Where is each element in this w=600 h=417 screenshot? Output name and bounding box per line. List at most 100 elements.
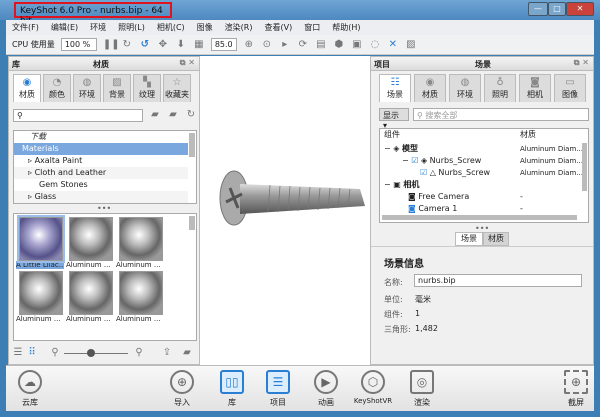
parts-value: 1 (415, 309, 421, 318)
camera-render-icon: ◎ (410, 370, 434, 394)
maximize-button[interactable]: □ (548, 2, 566, 16)
tab-scene[interactable]: ☷ 场景 (379, 74, 411, 102)
tree-row[interactable]: ◙ Free Camera - (380, 191, 588, 203)
tree-item[interactable]: ▹ Glass (14, 191, 188, 203)
thumbnail-size-slider[interactable] (64, 353, 128, 354)
material-thumb[interactable]: Aluminum ... (116, 271, 166, 323)
tree-item[interactable]: ▹ Axalta Paint (14, 155, 196, 167)
scrollbar[interactable] (189, 216, 195, 230)
material-thumb[interactable]: Aluminum ... (66, 271, 116, 323)
folder-icon[interactable]: ▰ (181, 347, 193, 359)
slider-handle[interactable] (87, 349, 95, 357)
show-dropdown[interactable]: 显示 ▾ (379, 108, 409, 130)
shield-icon[interactable]: ⬢ (333, 39, 345, 51)
library-title: 库 (12, 60, 20, 69)
cloud-upload-icon[interactable]: ⇪ (161, 347, 173, 359)
menu-lighting[interactable]: 照明(L) (112, 20, 151, 35)
menu-camera[interactable]: 相机(C) (151, 20, 191, 35)
menu-window[interactable]: 窗口 (298, 20, 326, 35)
checkbox[interactable]: ☑ (411, 156, 418, 165)
animation-button[interactable]: ▶ 动画 (310, 370, 342, 408)
tab-image[interactable]: ▭ 图像 (554, 74, 586, 102)
horizontal-scrollbar[interactable] (382, 215, 577, 220)
camera-add-icon[interactable]: ⊕ (243, 39, 255, 51)
tree-row[interactable]: − ☑ ◈ Nurbs_Screw Aluminum Diam... (380, 155, 588, 167)
minimize-button[interactable]: — (528, 2, 548, 16)
tab-material[interactable]: ◉ 材质 (414, 74, 446, 102)
fov-icon[interactable]: ▦ (193, 39, 205, 51)
keyshotvr-button[interactable]: ⬡ KeyShotVR (350, 370, 396, 405)
tab-materials[interactable]: ◉ 材质 (13, 74, 41, 102)
tree-row[interactable]: − ▣ 相机 (380, 179, 588, 191)
refresh-icon[interactable]: ↻ (185, 109, 197, 121)
tab-textures[interactable]: ▚ 纹理 (133, 74, 161, 102)
material-thumb[interactable]: Aluminum ... (116, 217, 166, 269)
palette-icon: ◔ (52, 77, 62, 88)
region-icon[interactable]: ▣ (351, 39, 363, 51)
import-button[interactable]: ⊕ 导入 (166, 370, 198, 408)
grid-view-icon[interactable]: ⠿ (26, 347, 38, 359)
screenshot-button[interactable]: ⊕ 截屏 (560, 370, 592, 408)
project-section-title: 场景 (475, 60, 491, 69)
menu-environment[interactable]: 环境 (84, 20, 112, 35)
menu-render[interactable]: 渲染(R) (219, 20, 259, 35)
image-icon[interactable]: ▨ (405, 39, 417, 51)
list-view-icon[interactable]: ☰ (12, 347, 24, 359)
tree-row[interactable]: ◙ Camera 1- (380, 203, 588, 215)
render-button[interactable]: ◎ 渲染 (406, 370, 438, 408)
image-icon: ▭ (565, 77, 575, 88)
library-button[interactable]: ▯▯ 库 (216, 370, 248, 408)
splitter-handle[interactable]: ••• (97, 204, 111, 213)
material-thumb[interactable]: A Little Lilac... (16, 215, 66, 269)
scene-name-input[interactable]: nurbs.bip (414, 274, 582, 287)
subtab-scene[interactable]: 场景 (455, 232, 483, 246)
tree-row[interactable]: − ◈ 模型 Aluminum Diam... (380, 143, 588, 155)
project-button[interactable]: ☰ 项目 (262, 370, 294, 408)
reset-icon[interactable]: ↺ (139, 39, 151, 51)
library-search-input[interactable]: ⚲ (13, 109, 143, 122)
sync-icon[interactable]: ⟳ (297, 39, 309, 51)
close-button[interactable]: ✕ (566, 2, 594, 16)
tree-item[interactable]: ▹ Cloth and Leather (14, 167, 188, 179)
tab-environments[interactable]: ◍ 环境 (73, 74, 101, 102)
subtab-material[interactable]: 材质 (483, 232, 509, 246)
menu-view[interactable]: 查看(V) (258, 20, 298, 35)
folder-add-icon[interactable]: ▰ (149, 109, 161, 121)
scrollbar[interactable] (582, 143, 587, 191)
folder-import-icon[interactable]: ▰ (167, 109, 179, 121)
render-viewport[interactable] (200, 56, 370, 365)
menu-image[interactable]: 图像 (191, 20, 219, 35)
down-arrow-icon[interactable]: ⬇ (175, 39, 187, 51)
menu-help[interactable]: 帮助(H) (326, 20, 366, 35)
tab-lighting[interactable]: ♁ 照明 (484, 74, 516, 102)
scrollbar[interactable] (189, 133, 195, 157)
tab-favorites[interactable]: ☆ 收藏夹 (163, 74, 191, 102)
tree-item[interactable]: 下载 (14, 131, 196, 143)
cloud-library-button[interactable]: ☁ 云库 (14, 370, 46, 408)
tree-row[interactable]: ☑ △ Nurbs_Screw Aluminum Diam... (380, 167, 588, 179)
material-thumb[interactable]: Aluminum ... (16, 271, 66, 323)
refresh-icon[interactable]: ↻ (121, 39, 133, 51)
fit-icon[interactable]: ✥ (157, 39, 169, 51)
tab-camera[interactable]: ◙ 相机 (519, 74, 551, 102)
tree-item-selected[interactable]: Materials (14, 143, 188, 155)
camera-icon[interactable]: ⊙ (261, 39, 273, 51)
pause-icon[interactable]: ❚❚ (103, 39, 120, 51)
geometry-icon[interactable]: ◌ (369, 39, 381, 51)
tab-environment[interactable]: ◍ 环境 (449, 74, 481, 102)
menu-edit[interactable]: 编辑(E) (45, 20, 84, 35)
lock-icon[interactable]: ▤ (315, 39, 327, 51)
close-icon[interactable]: ⧉ ✕ (180, 58, 195, 68)
fov-input[interactable]: 85.0 (210, 38, 237, 51)
tool-icon[interactable]: ✕ (387, 39, 399, 51)
tab-backgrounds[interactable]: ▨ 背景 (103, 74, 131, 102)
scene-search-input[interactable]: ⚲ 搜索全部 (413, 108, 589, 121)
material-thumb[interactable]: Aluminum ... (66, 217, 116, 269)
checkbox[interactable]: ☑ (420, 168, 427, 177)
cpu-usage-select[interactable]: 100 % (60, 38, 97, 51)
tree-item[interactable]: Gem Stones (14, 179, 196, 191)
menu-file[interactable]: 文件(F) (6, 20, 45, 35)
tab-colors[interactable]: ◔ 颜色 (43, 74, 71, 102)
close-icon[interactable]: ⧉ ✕ (574, 58, 589, 68)
camera-next-icon[interactable]: ▸ (279, 39, 291, 51)
